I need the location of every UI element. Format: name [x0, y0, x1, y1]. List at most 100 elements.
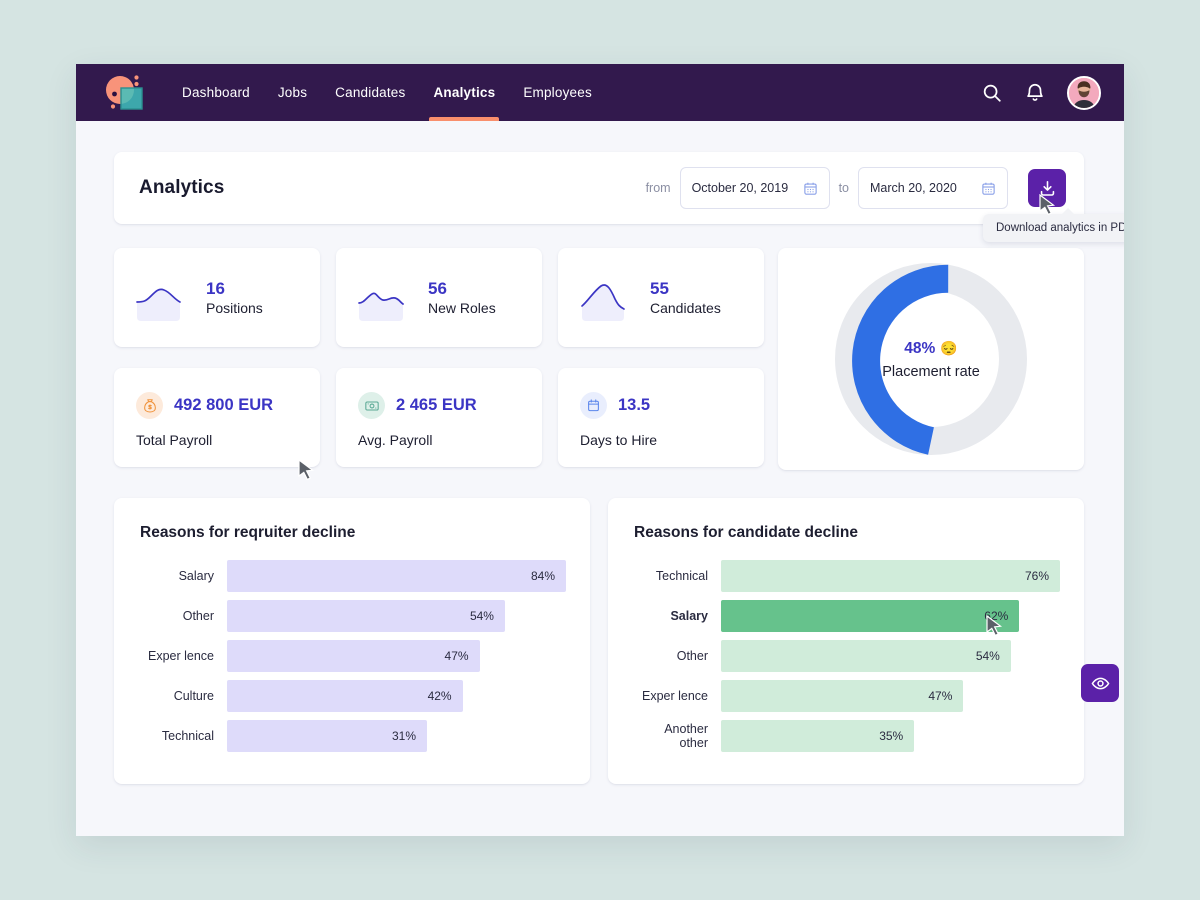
- stat-label: Total Payroll: [136, 432, 213, 448]
- bar-fill[interactable]: 54%: [721, 640, 1011, 672]
- avatar-image: [1069, 77, 1099, 108]
- stat-top-row: 2 465 EUR: [358, 392, 542, 419]
- stat-card-avg-payroll[interactable]: 2 465 EUR Avg. Payroll: [336, 368, 542, 467]
- stat-card-positions[interactable]: 16 Positions: [114, 248, 320, 347]
- donut-center-value: 48% 😔: [904, 340, 957, 357]
- stat-top-row: 13.5: [580, 392, 764, 419]
- stat-text: 55 Candidates: [650, 278, 721, 317]
- bar-row[interactable]: Another other 35%: [634, 720, 1060, 752]
- date-from-input[interactable]: October 20, 2019: [679, 167, 830, 209]
- bar-track: 35%: [721, 720, 1060, 752]
- bar-fill[interactable]: 31%: [227, 720, 427, 752]
- bar-category-label: Another other: [664, 722, 708, 750]
- bar-category-label: Exper lence: [147, 649, 214, 663]
- bar-fill[interactable]: 76%: [721, 560, 1060, 592]
- date-from-value: October 20, 2019: [691, 181, 789, 195]
- stat-label: Avg. Payroll: [358, 432, 433, 448]
- stat-value: 55: [650, 278, 669, 298]
- bar-track: 31%: [227, 720, 566, 752]
- nav-link-candidates[interactable]: Candidates: [321, 64, 419, 121]
- bar-value-label: 42%: [427, 689, 452, 703]
- stat-card-candidates[interactable]: 55 Candidates: [558, 248, 764, 347]
- top-navbar: Dashboard Jobs Candidates Analytics Empl…: [76, 64, 1124, 121]
- placement-rate-card: 48% 😔 Placement rate: [778, 248, 1084, 470]
- nav-link-label: Jobs: [277, 85, 308, 100]
- nav-link-label: Employees: [523, 85, 592, 100]
- bar-row[interactable]: Technical 76%: [634, 560, 1060, 592]
- bar-value-label: 54%: [975, 649, 1000, 663]
- bar-row-highlighted[interactable]: Salary 62%: [634, 600, 1060, 632]
- analytics-header-card: Analytics from October 20, 2019 to March…: [114, 152, 1084, 224]
- bar-value-label: 62%: [984, 609, 1009, 623]
- download-icon: [1040, 180, 1054, 196]
- recruiter-decline-card: Reasons for reqruiter decline Salary 84%…: [114, 498, 590, 784]
- sparkline-chart-icon: [136, 288, 181, 321]
- bar-fill[interactable]: 42%: [227, 680, 463, 712]
- bar-category-label: Exper lence: [641, 689, 708, 703]
- nav-link-label: Dashboard: [182, 85, 250, 100]
- search-icon[interactable]: [981, 82, 1003, 104]
- bar-track: 47%: [721, 680, 1060, 712]
- stat-card-total-payroll[interactable]: 492 800 EUR Total Payroll: [114, 368, 320, 467]
- bar-category-label: Salary: [178, 569, 214, 583]
- app-logo-icon: [106, 74, 143, 110]
- stat-label: New Roles: [428, 300, 496, 317]
- bar-fill[interactable]: 84%: [227, 560, 566, 592]
- sparkline-positions: [136, 275, 192, 321]
- stat-label: Positions: [206, 300, 263, 317]
- bar-row[interactable]: Exper lence 47%: [634, 680, 1060, 712]
- nav-links: Dashboard Jobs Candidates Analytics Empl…: [168, 64, 606, 121]
- stat-card-days-to-hire[interactable]: 13.5 Days to Hire: [558, 368, 764, 467]
- bar-fill-active[interactable]: 62%: [721, 600, 1020, 632]
- bar-fill[interactable]: 47%: [227, 640, 480, 672]
- avatar[interactable]: [1067, 75, 1101, 110]
- stat-text: 16 Positions: [206, 278, 263, 317]
- notification-bell-icon[interactable]: [1024, 82, 1046, 104]
- bar-fill[interactable]: 47%: [721, 680, 964, 712]
- stat-card-new-roles[interactable]: 56 New Roles: [336, 248, 542, 347]
- stat-value: 2 465 EUR: [396, 396, 477, 414]
- bar-fill[interactable]: 54%: [227, 600, 505, 632]
- bar-track: 62%: [721, 600, 1060, 632]
- bar-value-label: 54%: [469, 609, 494, 623]
- bar-row[interactable]: Technical 31%: [140, 720, 566, 752]
- calendar-icon: [580, 392, 607, 419]
- bar-category-label: Technical: [161, 729, 214, 743]
- bar-row[interactable]: Other 54%: [140, 600, 566, 632]
- nav-link-jobs[interactable]: Jobs: [264, 64, 321, 121]
- candidate-decline-card: Reasons for candidate decline Technical …: [608, 498, 1084, 784]
- bar-row[interactable]: Salary 84%: [140, 560, 566, 592]
- sparkline-new-roles: [358, 275, 414, 321]
- download-pdf-button[interactable]: [1028, 169, 1066, 207]
- app-logo[interactable]: [102, 73, 144, 113]
- stat-label: Days to Hire: [580, 432, 658, 448]
- to-label: to: [838, 181, 849, 195]
- bar-track: 54%: [227, 600, 566, 632]
- bar-value-label: 84%: [530, 569, 555, 583]
- bar-fill[interactable]: 35%: [721, 720, 915, 752]
- view-details-button[interactable]: [1081, 664, 1119, 702]
- bar-row[interactable]: Exper lence 47%: [140, 640, 566, 672]
- chart-title: Reasons for reqruiter decline: [140, 524, 356, 541]
- bar-value-label: 76%: [1024, 569, 1049, 583]
- bar-category-label: Other: [676, 649, 708, 663]
- nav-link-employees[interactable]: Employees: [509, 64, 606, 121]
- calendar-icon[interactable]: [981, 181, 996, 196]
- date-to-input[interactable]: March 20, 2020: [858, 167, 1008, 209]
- bar-row[interactable]: Other 54%: [634, 640, 1060, 672]
- nav-link-analytics[interactable]: Analytics: [419, 64, 509, 121]
- nav-link-label: Candidates: [335, 85, 406, 100]
- stat-text: 56 New Roles: [428, 278, 496, 317]
- placement-rate-donut: 48% 😔 Placement rate: [835, 263, 1027, 455]
- download-tooltip: Download analytics in PDF: [983, 208, 1124, 242]
- money-bag-icon: [136, 392, 163, 419]
- bar-value-label: 47%: [444, 649, 469, 663]
- chart-title: Reasons for candidate decline: [634, 524, 858, 541]
- bar-value-label: 35%: [879, 729, 904, 743]
- from-label: from: [645, 181, 671, 195]
- bar-category-label: Other: [182, 609, 214, 623]
- calendar-icon[interactable]: [803, 181, 818, 196]
- sparkline-chart-icon: [581, 283, 625, 321]
- nav-link-dashboard[interactable]: Dashboard: [168, 64, 264, 121]
- bar-row[interactable]: Culture 42%: [140, 680, 566, 712]
